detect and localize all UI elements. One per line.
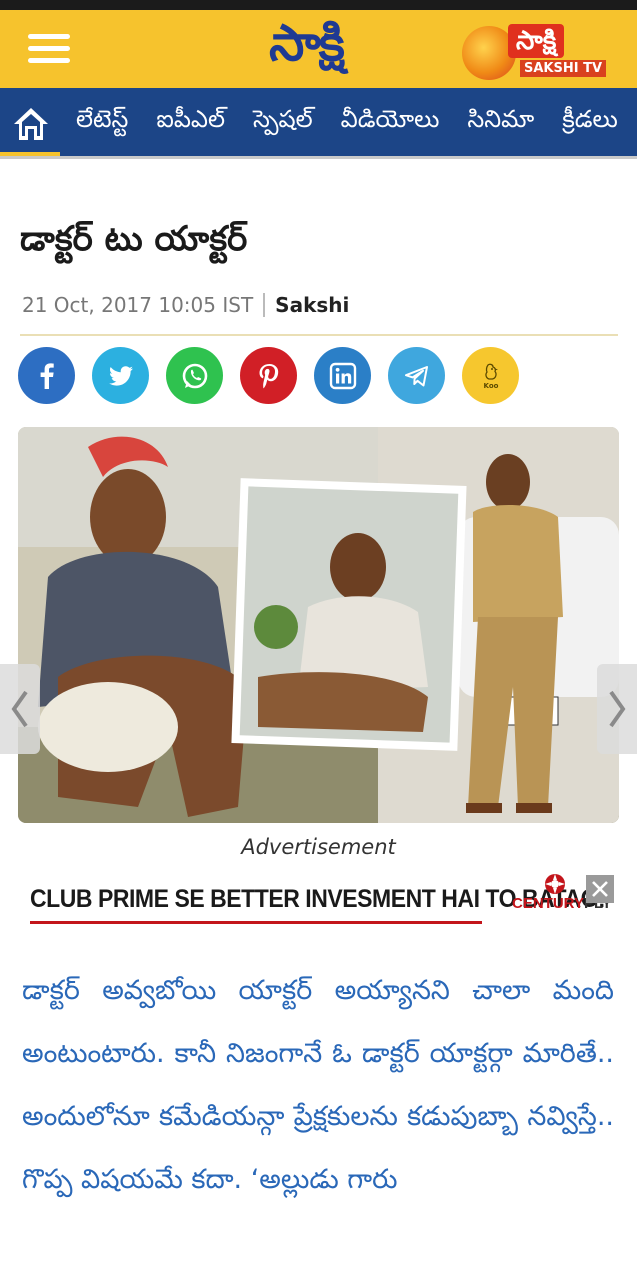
ad-underline: [30, 921, 482, 924]
facebook-icon: [40, 362, 54, 389]
advertisement-label: Advertisement: [241, 835, 396, 859]
facebook-share-button[interactable]: [18, 347, 75, 404]
hamburger-menu-icon[interactable]: [24, 30, 74, 70]
nav-item-cinema[interactable]: సినిమా: [467, 105, 534, 139]
nav-item-special[interactable]: స్పెషల్: [253, 105, 313, 139]
collage-image: [18, 427, 619, 823]
telegram-icon: [404, 365, 428, 386]
article-meta: 21 Oct, 2017 10:05 IST Sakshi: [22, 293, 349, 317]
nav-item-videos[interactable]: వీడియోలు: [341, 105, 440, 139]
nav-item-ipl[interactable]: ఐపీఎల్: [156, 105, 225, 139]
article-title: డాక్టర్ టు యాక్టర్: [20, 219, 248, 259]
article-body: డాక్టర్ అవ్వబోయి యాక్టర్ అయ్యానని చాలా మ…: [22, 975, 614, 1195]
tv-logo-sub: SAKSHI TV: [520, 60, 607, 77]
share-buttons: Koo: [18, 347, 536, 407]
nav-item-sports[interactable]: క్రీడలు: [562, 105, 618, 139]
main-nav: లేటెస్ట్ ఐపీఎల్ స్పెషల్ వీడియోలు సినిమా …: [0, 88, 637, 156]
nav-item-latest[interactable]: లేటెస్ట్: [76, 105, 128, 139]
ad-close-button[interactable]: [586, 875, 614, 903]
pinterest-share-button[interactable]: [240, 347, 297, 404]
koo-label: Koo: [483, 382, 498, 390]
nav-items: లేటెస్ట్ ఐపీఎల్ స్పెషల్ వీడియోలు సినిమా …: [76, 88, 637, 156]
meta-divider: [263, 293, 266, 317]
chevron-right-icon: [609, 690, 626, 728]
photo-prev-button[interactable]: [0, 664, 40, 754]
close-icon: [592, 881, 608, 897]
status-bar: [0, 0, 637, 10]
twitter-icon: [108, 365, 133, 386]
article-photo[interactable]: [18, 427, 619, 823]
article-date: 21 Oct, 2017 10:05 IST: [22, 293, 254, 317]
koo-share-button[interactable]: Koo: [462, 347, 519, 404]
centuryply-logo-icon: [545, 874, 565, 894]
chevron-left-icon: [11, 690, 28, 728]
pinterest-icon: [259, 363, 278, 388]
article: డాక్టర్ టు యాక్టర్ 21 Oct, 2017 10:05 IS…: [0, 159, 637, 1280]
article-source[interactable]: Sakshi: [275, 293, 349, 317]
ad-banner[interactable]: CLUB PRIME SE BETTER INVESMENT HAI TO BA…: [18, 869, 618, 941]
twitter-share-button[interactable]: [92, 347, 149, 404]
meta-rule: [20, 334, 618, 336]
ad-brand-main: CENTURY: [512, 895, 584, 912]
whatsapp-share-button[interactable]: [166, 347, 223, 404]
tv-logo-name: సాక్షి: [508, 24, 565, 58]
telegram-share-button[interactable]: [388, 347, 445, 404]
linkedin-share-button[interactable]: [314, 347, 371, 404]
home-icon[interactable]: [12, 106, 50, 142]
whatsapp-icon: [182, 363, 207, 388]
photo-next-button[interactable]: [597, 664, 637, 754]
linkedin-icon: [329, 362, 356, 389]
koo-icon: Koo: [483, 363, 498, 390]
site-header: సాక్షి సాక్షి SAKSHI TV: [0, 10, 637, 88]
sakshi-tv-logo[interactable]: సాక్షి SAKSHI TV: [462, 24, 620, 80]
site-logo[interactable]: సాక్షి: [228, 14, 384, 82]
